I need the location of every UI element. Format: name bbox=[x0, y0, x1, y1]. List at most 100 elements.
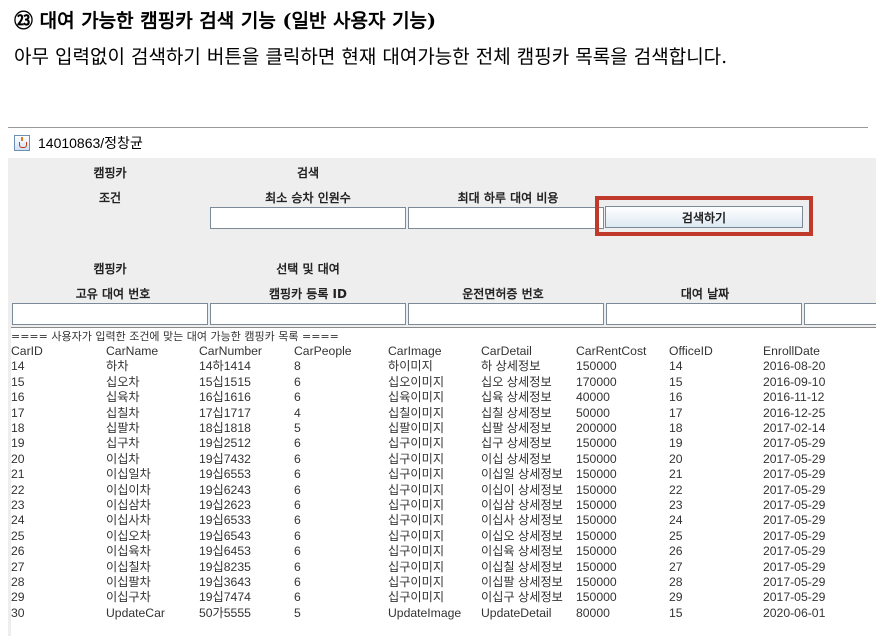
table-cell: 25 bbox=[669, 528, 683, 543]
label-car-reg-id: 캠핑카 등록 ID bbox=[269, 287, 347, 301]
label-unique-rent-no: 고유 대여 번호 bbox=[75, 287, 151, 301]
table-cell: 150000 bbox=[576, 436, 617, 451]
car-reg-id-input[interactable] bbox=[210, 303, 406, 325]
table-cell: 2017-05-29 bbox=[763, 451, 826, 466]
table-cell: 150000 bbox=[576, 575, 617, 589]
table-cell: 50가5555 bbox=[199, 605, 251, 620]
table-cell: 2020-06-01 bbox=[763, 605, 826, 620]
table-cell: 이십차 bbox=[106, 451, 140, 466]
table-cell: 십구이미지 bbox=[388, 467, 445, 482]
label-search: 검색 bbox=[296, 166, 320, 180]
table-cell: 십칠차 bbox=[106, 405, 140, 420]
label-min-people: 최소 승차 인원수 bbox=[265, 191, 351, 205]
max-cost-input[interactable] bbox=[408, 207, 604, 229]
table-row: 26 이십육차 19십6453 6 십구이미지 이십육 상세정보 150000 26 2017-… bbox=[11, 544, 876, 559]
table-cell: 십구이미지 bbox=[388, 575, 445, 589]
table-row: 19 십구차 19십2512 6 십구이미지 십구 상세정보 150000 19 2017-05… bbox=[11, 436, 876, 451]
column-header: OfficeID bbox=[669, 344, 713, 358]
table-cell: 80000 bbox=[576, 605, 610, 620]
column-header: CarID bbox=[11, 344, 43, 358]
table-cell: 19 bbox=[669, 436, 683, 451]
table-row: 20 이십차 19십7432 6 십구이미지 이십 상세정보 150000 20 2017-05… bbox=[11, 452, 876, 467]
table-cell: 이십칠 상세정보 bbox=[481, 559, 563, 574]
table-cell: 6 bbox=[294, 436, 301, 451]
table-cell: 십육차 bbox=[106, 390, 140, 405]
table-cell: 2017-05-29 bbox=[763, 498, 826, 512]
table-cell: 이십이차 bbox=[106, 482, 151, 497]
table-cell: 이십삼 상세정보 bbox=[481, 498, 563, 512]
table-cell: 28 bbox=[11, 575, 25, 589]
table-cell: 2017-05-29 bbox=[763, 590, 826, 605]
column-header: CarDetail bbox=[481, 344, 532, 358]
table-cell: 이십칠차 bbox=[106, 559, 151, 574]
table-cell: 19십7432 bbox=[199, 451, 251, 466]
table-cell: 6 bbox=[294, 528, 301, 543]
extra-input[interactable] bbox=[804, 303, 876, 325]
license-no-input[interactable] bbox=[408, 303, 604, 325]
table-cell: 십육이미지 bbox=[388, 390, 445, 405]
table-row: 30 UpdateCar 50가5555 5 UpdateImage UpdateDeta… bbox=[11, 606, 876, 621]
result-text-area[interactable]: ==== 사용자가 입력한 조건에 맞는 대여 가능한 캠핑카 목록 ==== … bbox=[11, 327, 876, 636]
table-cell: 5 bbox=[294, 605, 301, 620]
table-row: 27 이십칠차 19십8235 6 십구이미지 이십칠 상세정보 150000 27 2017-… bbox=[11, 560, 876, 575]
table-cell: 2016-12-25 bbox=[763, 405, 826, 420]
table-cell: 14 bbox=[669, 359, 683, 374]
table-cell: 28 bbox=[669, 575, 683, 589]
table-cell: 40000 bbox=[576, 390, 610, 405]
table-cell: 18십1818 bbox=[199, 421, 251, 435]
table-row: 21 이십일차 19십6553 6 십구이미지 이십일 상세정보 150000 21 2017-… bbox=[11, 467, 876, 482]
table-cell: 6 bbox=[294, 467, 301, 482]
table-cell: 19십6533 bbox=[199, 513, 251, 528]
table-cell: 이십일차 bbox=[106, 467, 151, 482]
table-cell: 이십구 상세정보 bbox=[481, 590, 563, 605]
table-cell: 5 bbox=[294, 421, 301, 435]
min-people-input[interactable] bbox=[210, 207, 406, 229]
table-cell: 십구이미지 bbox=[388, 498, 445, 512]
table-cell: 18 bbox=[11, 421, 25, 435]
search-button[interactable]: 검색하기 bbox=[605, 206, 803, 228]
unique-rent-no-input[interactable] bbox=[12, 303, 208, 325]
table-row: 18 십팔차 18십1818 5 십팔이미지 십팔 상세정보 200000 18 2017-02… bbox=[11, 421, 876, 436]
column-header: CarNumber bbox=[199, 344, 262, 358]
table-cell: 십오 상세정보 bbox=[481, 374, 552, 389]
table-cell: 이십삼차 bbox=[106, 498, 151, 512]
table-cell: 150000 bbox=[576, 451, 617, 466]
table-cell: 이십일 상세정보 bbox=[481, 467, 563, 482]
table-cell: 2017-05-29 bbox=[763, 482, 826, 497]
table-cell: 이십육 상세정보 bbox=[481, 544, 563, 559]
label-campingcar-rent: 캠핑카 bbox=[93, 262, 127, 276]
table-cell: 십육 상세정보 bbox=[481, 390, 552, 405]
column-header: CarPeople bbox=[294, 344, 352, 358]
table-cell: 이십이 상세정보 bbox=[481, 482, 563, 497]
table-cell: 십칠 상세정보 bbox=[481, 405, 552, 420]
table-cell: 하이미지 bbox=[388, 359, 433, 374]
table-cell: 22 bbox=[669, 482, 683, 497]
table-cell: 2017-05-29 bbox=[763, 528, 826, 543]
table-cell: 6 bbox=[294, 498, 301, 512]
table-cell: 십구이미지 bbox=[388, 544, 445, 559]
table-cell: 150000 bbox=[576, 513, 617, 528]
table-cell: 19십2623 bbox=[199, 498, 251, 512]
table-cell: 십오차 bbox=[106, 374, 140, 389]
table-cell: 24 bbox=[11, 513, 25, 528]
table-cell: 16 bbox=[11, 390, 25, 405]
table-cell: 19십6543 bbox=[199, 528, 251, 543]
table-cell: 십팔이미지 bbox=[388, 421, 445, 435]
table-cell: 2016-08-20 bbox=[763, 359, 826, 374]
table-row: 17 십칠차 17십1717 4 십칠이미지 십칠 상세정보 50000 17 2016-12-… bbox=[11, 406, 876, 421]
table-cell: 29 bbox=[669, 590, 683, 605]
table-cell: 이십사차 bbox=[106, 513, 151, 528]
label-license-no: 운전면허증 번호 bbox=[462, 287, 544, 301]
table-cell: 20 bbox=[669, 451, 683, 466]
table-header-row: CarID CarName CarNumber CarPeople CarImage Ca… bbox=[11, 344, 876, 359]
table-cell: 200000 bbox=[576, 421, 617, 435]
table-cell: 2017-05-29 bbox=[763, 544, 826, 559]
rent-date-input[interactable] bbox=[606, 303, 802, 325]
table-cell: 19십6243 bbox=[199, 482, 251, 497]
table-cell: 십팔 상세정보 bbox=[481, 421, 552, 435]
title-bar: 14010863/정창균 bbox=[8, 128, 876, 158]
table-cell: 21 bbox=[669, 467, 683, 482]
table-cell: 150000 bbox=[576, 528, 617, 543]
table-cell: 25 bbox=[11, 528, 25, 543]
table-cell: 14하1414 bbox=[199, 359, 251, 374]
